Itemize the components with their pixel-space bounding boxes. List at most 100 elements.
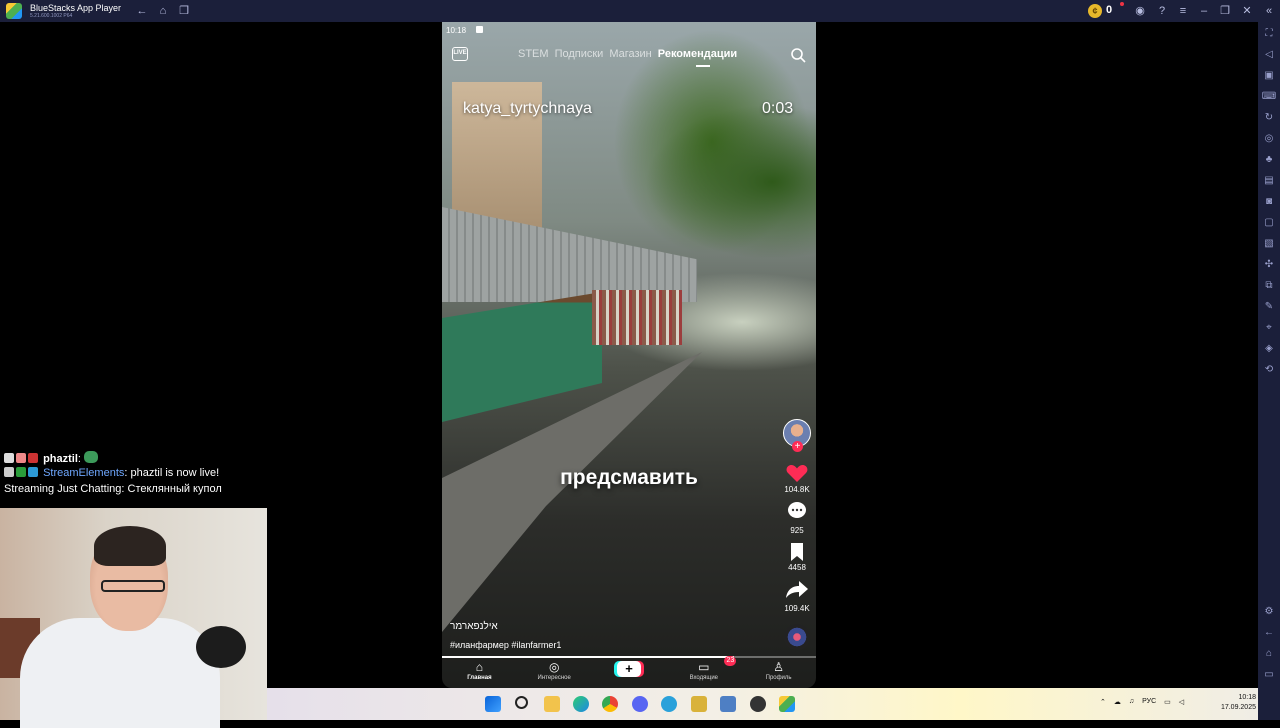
apk-install-icon[interactable]: ▣: [1261, 68, 1277, 84]
nav-inbox[interactable]: ▭ 23 Входящие: [666, 656, 741, 688]
android-recents-icon[interactable]: ▭: [1261, 667, 1277, 683]
media-folder-icon[interactable]: ▧: [1261, 236, 1277, 252]
webcam-streamer-hair: [94, 526, 166, 566]
multi-instance-sync-icon[interactable]: ⧉: [1261, 278, 1277, 294]
tab-following[interactable]: Подписки: [555, 48, 604, 60]
status-bar-time: 10:18: [446, 26, 467, 35]
eco-mode-icon[interactable]: ♣: [1261, 152, 1277, 168]
location-icon[interactable]: ⌖: [1261, 320, 1277, 336]
bookmark-icon[interactable]: [785, 542, 809, 562]
taskbar-clock[interactable]: 10:18 17.09.2025: [1216, 693, 1256, 713]
nav-home-label: Главная: [467, 675, 492, 681]
display-icon[interactable]: ▭: [1164, 698, 1171, 706]
system-tray: ⌃ ☁ ♫ РУС ▭ ◁: [1100, 698, 1184, 706]
chrome-icon[interactable]: [602, 696, 618, 712]
chat-message: StreamElements: phaztil is now live!: [4, 467, 266, 481]
sync-icon[interactable]: ⟲: [1261, 362, 1277, 378]
compass-icon: ◎: [548, 660, 560, 674]
shake-icon[interactable]: ✣: [1261, 257, 1277, 273]
coin-count: 0: [1106, 4, 1113, 16]
menu-icon[interactable]: ≡: [1175, 3, 1191, 19]
nav-home[interactable]: ⌂ Главная: [442, 658, 517, 688]
chat-username: StreamElements: [43, 467, 125, 479]
back-icon[interactable]: ←: [134, 3, 150, 19]
volume-icon[interactable]: ◁: [1261, 47, 1277, 63]
fullscreen-icon[interactable]: ⛶: [1261, 26, 1277, 42]
obs-icon[interactable]: [750, 696, 766, 712]
home-icon[interactable]: ⌂: [155, 3, 171, 19]
windows-start-icon[interactable]: [485, 696, 501, 712]
file-explorer-icon[interactable]: [544, 696, 560, 712]
record-icon[interactable]: ▢: [1261, 215, 1277, 231]
close-icon[interactable]: ✕: [1239, 3, 1255, 19]
screenshot-icon[interactable]: ◙: [1261, 194, 1277, 210]
search-icon[interactable]: [790, 47, 806, 63]
android-back-icon[interactable]: ←: [1261, 625, 1277, 641]
help-icon[interactable]: ?: [1154, 3, 1170, 19]
video-author-line: אילנפארמר: [450, 621, 498, 632]
multi-instance-icon[interactable]: ❐: [176, 3, 192, 19]
edge-icon[interactable]: [573, 696, 589, 712]
account-icon[interactable]: ◉: [1132, 3, 1148, 19]
rotate-icon[interactable]: ↻: [1261, 110, 1277, 126]
bluestacks-sidebar: ⛶ ◁ ▣ ⌨ ↻ ◎ ♣ ▤ ◙ ▢ ▧ ✣ ⧉ ✎ ⌖ ◈ ⟲ ⚙ ← ⌂ …: [1258, 22, 1280, 720]
music-disc-icon[interactable]: [784, 624, 810, 650]
inbox-icon: ▭: [698, 660, 710, 674]
app-icon[interactable]: [720, 696, 736, 712]
keyboard-controls-icon[interactable]: ⌨: [1261, 89, 1277, 105]
video-scene-dumpsters: [442, 292, 602, 422]
chat-text: : phaztil is now live!: [124, 467, 220, 479]
bluestacks-icon[interactable]: [779, 696, 795, 712]
tab-shop[interactable]: Магазин: [609, 48, 651, 60]
chat-separator: :: [77, 453, 81, 465]
clock-date: 17.09.2025: [1220, 704, 1256, 711]
restore-icon[interactable]: ❐: [1217, 3, 1233, 19]
microphone-icon[interactable]: ♫: [1129, 698, 1134, 706]
chat-username: phaztil: [43, 453, 78, 465]
follow-plus-icon[interactable]: +: [792, 441, 803, 452]
like-count: 104.8K: [784, 485, 810, 494]
video-overlay-timer: 0:03: [762, 100, 794, 117]
search-icon[interactable]: [515, 696, 528, 709]
video-hashtags[interactable]: #иланфармер #ilanfarmer1: [450, 640, 561, 650]
telegram-icon[interactable]: [661, 696, 677, 712]
discord-icon[interactable]: [632, 696, 648, 712]
share-count: 109.4K: [784, 604, 810, 613]
script-icon[interactable]: ✎: [1261, 299, 1277, 315]
minimize-icon[interactable]: –: [1196, 3, 1212, 19]
coin-icon[interactable]: ¢: [1088, 4, 1102, 18]
bluestacks-title-bar: BlueStacks App Player 5.21.600.1002 P64 …: [0, 0, 1280, 22]
layers-icon[interactable]: ◈: [1261, 341, 1277, 357]
badge-icon: [28, 467, 38, 477]
collapse-sidebar-icon[interactable]: «: [1261, 3, 1277, 19]
chevron-up-icon[interactable]: ⌃: [1100, 698, 1106, 706]
save-count: 4458: [788, 563, 806, 572]
nav-create[interactable]: +: [592, 658, 667, 688]
video-caption: предсмавить: [560, 466, 698, 489]
tab-for-you[interactable]: Рекомендации: [658, 48, 737, 60]
tab-stem[interactable]: STEM: [518, 48, 549, 60]
live-icon[interactable]: LIVE: [452, 47, 468, 61]
inbox-badge: 23: [724, 656, 737, 666]
badge-icon: [16, 467, 26, 477]
language-indicator[interactable]: РУС: [1142, 698, 1156, 706]
like-heart-icon[interactable]: [785, 463, 809, 483]
speaker-icon[interactable]: ◁: [1179, 698, 1184, 706]
network-icon[interactable]: ☁: [1114, 698, 1121, 706]
share-arrow-icon[interactable]: [785, 579, 809, 599]
performance-icon[interactable]: ▤: [1261, 173, 1277, 189]
settings-icon[interactable]: ⚙: [1261, 604, 1277, 620]
badge-icon: [4, 453, 14, 463]
nav-discover[interactable]: ◎ Интересное: [517, 658, 592, 688]
webcam-feed: [0, 508, 267, 728]
stream-chat-overlay: phaztil: StreamElements: phaztil is now …: [4, 451, 266, 499]
chat-message: phaztil:: [4, 451, 266, 465]
macro-icon[interactable]: ◎: [1261, 131, 1277, 147]
tiktok-screen[interactable]: 10:18 LIVE STEM Подписки Магазин Рекомен…: [442, 22, 816, 688]
chat-text: Streaming Just Chatting: Стеклянный купо…: [4, 483, 222, 495]
nav-profile[interactable]: ♙ Профиль: [741, 658, 816, 688]
app-icon[interactable]: [691, 696, 707, 712]
webcam-streamer-shirt: [20, 618, 220, 728]
android-home-icon[interactable]: ⌂: [1261, 646, 1277, 662]
comment-icon[interactable]: [785, 501, 809, 521]
